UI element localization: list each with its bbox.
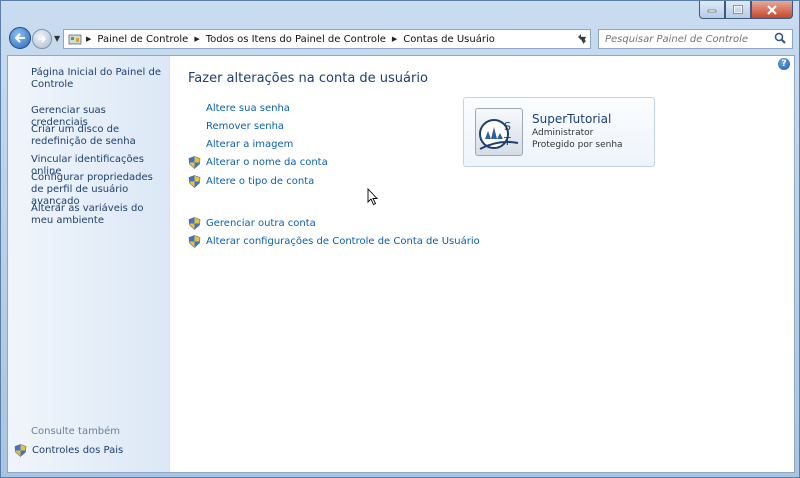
- refresh-button[interactable]: [571, 29, 593, 49]
- shield-icon: [188, 235, 201, 248]
- task-label: Gerenciar outra conta: [206, 218, 316, 229]
- task-remove-password[interactable]: Remover senha: [206, 121, 284, 132]
- shield-icon: [188, 217, 201, 230]
- minimize-button[interactable]: [699, 1, 725, 19]
- avatar-letter-s: S: [504, 120, 511, 133]
- refresh-icon: [578, 34, 586, 44]
- breadcrumb-separator-icon[interactable]: ▶: [392, 35, 397, 43]
- maximize-button[interactable]: [725, 1, 751, 19]
- sidebar-item-reset-disk[interactable]: Criar um disco de redefinição de senha: [31, 124, 163, 148]
- main-panel: ? Fazer alterações na conta de usuário A…: [170, 56, 794, 472]
- account-status: Protegido por senha: [532, 140, 623, 150]
- task-manage-other-account[interactable]: Gerenciar outra conta: [188, 217, 316, 230]
- avatar: S T: [475, 108, 523, 156]
- task-change-account-name[interactable]: Alterar o nome da conta: [188, 156, 328, 169]
- parental-controls-label: Controles dos Pais: [32, 445, 124, 456]
- task-label: Alterar configurações de Controle de Con…: [206, 236, 480, 247]
- address-bar[interactable]: ▶ Painel de Controle ▶ Todos os Itens do…: [63, 29, 591, 49]
- window: ▼ ▶ Painel de Controle ▶ Todos os Itens …: [0, 0, 800, 478]
- maximize-icon: [733, 5, 743, 14]
- account-card: S T SuperTutorial Administrator Protegid…: [463, 97, 655, 167]
- back-button[interactable]: [9, 27, 31, 49]
- task-change-password[interactable]: Altere sua senha: [206, 103, 290, 114]
- task-change-account-type[interactable]: Altere o tipo de conta: [188, 175, 314, 188]
- task-change-picture[interactable]: Alterar a imagem: [206, 139, 293, 150]
- breadcrumb-contas[interactable]: Contas de Usuário: [403, 34, 495, 45]
- sidebar: Página Inicial do Painel de Controle Ger…: [8, 56, 170, 472]
- account-role: Administrator: [532, 128, 594, 138]
- task-label: Altere o tipo de conta: [206, 176, 315, 187]
- caption-buttons: [699, 1, 793, 19]
- forward-arrow-icon: [38, 35, 47, 43]
- task-label: Alterar o nome da conta: [206, 157, 328, 168]
- account-name: SuperTutorial: [532, 112, 612, 126]
- close-button[interactable]: [751, 1, 793, 19]
- history-dropdown-icon[interactable]: ▼: [54, 34, 60, 43]
- see-also-heading: Consulte também: [31, 426, 121, 437]
- close-icon: [767, 4, 777, 15]
- shield-icon: [14, 444, 27, 457]
- page-title: Fazer alterações na conta de usuário: [188, 71, 428, 86]
- back-arrow-icon: [14, 33, 25, 43]
- sidebar-item-parental-controls[interactable]: Controles dos Pais: [14, 444, 123, 457]
- minimize-icon: [707, 9, 717, 12]
- search-input[interactable]: [605, 33, 765, 45]
- mouse-cursor-icon: [367, 188, 379, 206]
- shield-icon: [188, 175, 201, 188]
- sidebar-item-env-vars[interactable]: Alterar as variáveis do meu ambiente: [31, 203, 163, 227]
- shield-icon: [188, 156, 201, 169]
- breadcrumb-painel[interactable]: Painel de Controle: [97, 34, 188, 45]
- sidebar-item-home[interactable]: Página Inicial do Painel de Controle: [31, 67, 163, 91]
- supertutorial-logo-icon: S T: [479, 119, 519, 150]
- breadcrumb-todos-itens[interactable]: Todos os Itens do Painel de Controle: [206, 34, 386, 45]
- breadcrumb-separator-icon[interactable]: ▶: [194, 35, 199, 43]
- search-icon[interactable]: [774, 32, 787, 45]
- forward-button[interactable]: [32, 29, 52, 49]
- control-panel-icon: [68, 34, 82, 45]
- search-box[interactable]: [598, 29, 793, 49]
- content-area: Página Inicial do Painel de Controle Ger…: [7, 55, 795, 473]
- task-uac-settings[interactable]: Alterar configurações de Controle de Con…: [188, 235, 480, 248]
- help-icon[interactable]: ?: [778, 58, 790, 70]
